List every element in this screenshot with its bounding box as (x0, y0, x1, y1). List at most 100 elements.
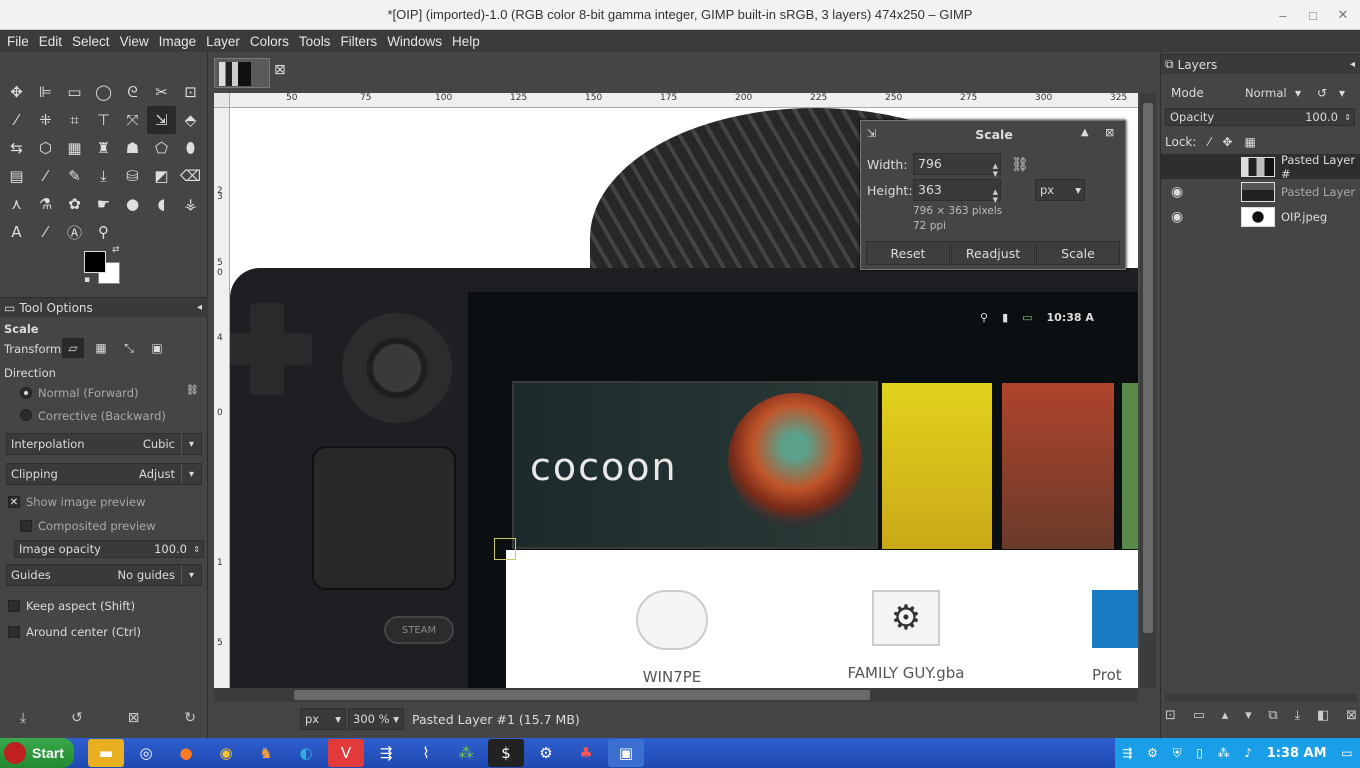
shear-icon[interactable]: ⬘ (176, 106, 205, 134)
unified-transform-icon[interactable]: ⤧ (118, 106, 147, 134)
restore-options-icon[interactable]: ↺ (71, 710, 83, 726)
chain-icon[interactable]: ⛓ (186, 385, 199, 396)
lock-alpha-icon[interactable]: ▦ (1244, 135, 1255, 149)
measure-icon[interactable]: ⚶ (176, 190, 205, 218)
heal-icon[interactable]: ◩ (147, 162, 176, 190)
cage-icon[interactable]: ⬡ (31, 134, 60, 162)
interpolation-combo[interactable]: Interpolation Cubic ▾ (6, 433, 202, 455)
menu-tools[interactable]: Tools (294, 34, 336, 49)
flip-icon[interactable]: ⇆ (2, 134, 31, 162)
menu-filters[interactable]: Filters (335, 34, 382, 49)
direction-normal-radio[interactable] (20, 387, 32, 399)
height-input[interactable]: 363 ▲ ▼ (913, 179, 1001, 204)
close-tab-icon[interactable]: ⊠ (274, 62, 286, 78)
dialog-menu-icon[interactable]: ▲ (1081, 127, 1089, 138)
zoom-tool-icon[interactable]: ⚲ (89, 218, 118, 246)
pencil-icon[interactable]: ✎ (60, 162, 89, 190)
perspective-icon[interactable]: ⬠ (147, 134, 176, 162)
color-select-icon[interactable]: ⁜ (31, 106, 60, 134)
grid-icon[interactable]: ▦ (60, 134, 89, 162)
direction-corrective-radio[interactable] (20, 409, 32, 421)
menu-help[interactable]: Help (447, 34, 485, 49)
raise-layer-icon[interactable]: ▴ (1222, 708, 1229, 730)
unit-selector[interactable]: px ▾ (300, 708, 346, 730)
foreground-color[interactable] (84, 251, 106, 273)
start-button[interactable]: Start (0, 738, 74, 768)
save-options-icon[interactable]: ⤓ (20, 710, 26, 726)
color-swatches[interactable]: ⇄ ▪ (82, 245, 128, 287)
composited-preview-checkbox[interactable] (20, 520, 32, 532)
show-desktop-icon[interactable]: ▭ (1341, 746, 1352, 760)
mask-layer-icon[interactable]: ◧ (1317, 708, 1329, 730)
scale-button[interactable]: Scale (1036, 241, 1120, 265)
menu-windows[interactable]: Windows (382, 34, 447, 49)
spin-arrows-icon[interactable]: ⇕ (1344, 113, 1351, 122)
tool-options-tab[interactable]: ▭ Tool Options ◂ (0, 297, 208, 317)
menu-file[interactable]: File (2, 34, 34, 49)
duplicate-layer-icon[interactable]: ⧉ (1268, 708, 1277, 730)
text-along-icon[interactable]: Ⓐ (60, 218, 89, 246)
free-select-icon[interactable]: ᘓ (118, 78, 147, 106)
minimize-button[interactable]: – (1268, 0, 1298, 30)
path-tool-icon[interactable]: ⋏ (2, 190, 31, 218)
clipboard-icon[interactable]: ▯ (1196, 746, 1203, 760)
lower-layer-icon[interactable]: ▾ (1245, 708, 1252, 730)
reset-mode-icon[interactable]: ↺ (1317, 86, 1327, 100)
tray-app-icon[interactable]: ⇶ (1122, 746, 1132, 760)
menu-view[interactable]: View (115, 34, 154, 49)
brave-icon[interactable]: ♞ (248, 739, 284, 767)
ruler-corner[interactable] (214, 93, 230, 108)
paintbrush-icon[interactable]: ⁄ (31, 162, 60, 190)
clone-icon[interactable]: ⛁ (118, 162, 147, 190)
transform-path-icon[interactable]: ⤡ (118, 338, 140, 358)
menu-select[interactable]: Select (67, 34, 115, 49)
zoom-selector[interactable]: 300 % ▾ (348, 708, 404, 730)
spin-arrows-icon[interactable]: ⇕ (193, 545, 200, 554)
unit-combo[interactable]: px ▾ (1035, 179, 1085, 201)
scale-tool-icon[interactable]: ⇲ (147, 106, 176, 134)
image-opacity-slider[interactable]: Image opacity 100.0 ⇕ (14, 540, 204, 558)
vivaldi-icon[interactable]: V (328, 739, 364, 767)
layer-row[interactable]: ◉ OIP.jpeg (1161, 204, 1360, 229)
gimp-icon[interactable]: ♣ (568, 739, 604, 767)
network-icon[interactable]: ⁂ (1218, 746, 1230, 760)
gradient-icon[interactable]: ▤ (2, 162, 31, 190)
around-center-checkbox[interactable] (8, 626, 20, 638)
volume-icon[interactable]: ♪ (1244, 746, 1252, 760)
firefox-icon[interactable]: ● (168, 739, 204, 767)
crop-icon[interactable]: ⌗ (60, 106, 89, 134)
lock-pixels-icon[interactable]: ⁄ (1208, 135, 1210, 149)
lock-position-icon[interactable]: ✥ (1222, 135, 1232, 149)
wand-icon[interactable]: ⁄ (2, 106, 31, 134)
chevron-down-icon[interactable]: ▾ (1339, 86, 1345, 100)
swap-colors-icon[interactable]: ⇄ (112, 245, 120, 255)
scale-handle[interactable] (494, 538, 516, 560)
airbrush-icon[interactable]: ⤓ (89, 162, 118, 190)
monitor-icon[interactable]: ⌇ (408, 739, 444, 767)
delete-options-icon[interactable]: ⊠ (128, 710, 140, 726)
delete-layer-icon[interactable]: ⊠ (1346, 708, 1357, 730)
blur-icon[interactable]: ✿ (60, 190, 89, 218)
scrollbar-thumb[interactable] (1143, 103, 1153, 633)
align-tool-icon[interactable]: ⊫ (31, 78, 60, 106)
shield-icon[interactable]: ⛨ (1173, 746, 1182, 761)
reset-colors-icon[interactable]: ▪ (84, 275, 90, 285)
grid-app-icon[interactable]: ⁂ (448, 739, 484, 767)
smudge-finger-icon[interactable]: ☛ (89, 190, 118, 218)
clipping-combo[interactable]: Clipping Adjust ▾ (6, 463, 202, 485)
menu-layer[interactable]: Layer (201, 34, 245, 49)
eraser-icon[interactable]: ⌫ (176, 162, 205, 190)
reset-button[interactable]: Reset (866, 241, 950, 265)
maximize-button[interactable]: □ (1298, 0, 1328, 30)
image-tab[interactable] (214, 58, 270, 88)
close-button[interactable]: ✕ (1328, 0, 1358, 30)
foreground-select-icon[interactable]: ⊡ (176, 78, 205, 106)
opacity-slider[interactable]: Opacity 100.0 ⇕ (1165, 108, 1355, 126)
readjust-button[interactable]: Readjust (951, 241, 1035, 265)
dodge-icon[interactable]: ⚗ (31, 190, 60, 218)
ink-drop-icon[interactable]: ● (118, 190, 147, 218)
ellipse-select-icon[interactable]: ◯ (89, 78, 118, 106)
scrollbar-thumb[interactable] (294, 690, 870, 700)
mode-value[interactable]: Normal (1245, 86, 1287, 100)
merge-layer-icon[interactable]: ⤓ (1294, 708, 1300, 730)
